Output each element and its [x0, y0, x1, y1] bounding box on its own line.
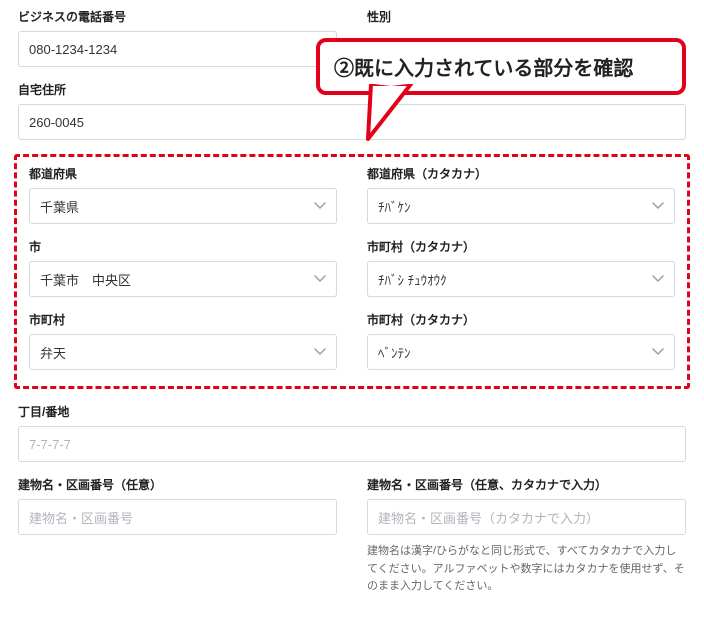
street-label: 丁目/番地 — [18, 403, 686, 420]
prefecture-select[interactable]: 千葉県 — [29, 188, 337, 224]
street-input[interactable]: 7-7-7-7 — [18, 426, 686, 462]
city-field: 市 千葉市 中央区 — [29, 238, 337, 297]
prefecture-label: 都道府県 — [29, 165, 337, 182]
street-field: 丁目/番地 7-7-7-7 — [18, 403, 686, 462]
town-value: 弁天 — [40, 343, 66, 362]
town-kana-value: ﾍﾞﾝﾃﾝ — [378, 343, 411, 362]
building-field: 建物名・区画番号（任意） 建物名・区画番号 — [18, 476, 337, 596]
town-kana-label: 市町村（カタカナ） — [367, 311, 675, 328]
prefecture-value: 千葉県 — [40, 197, 79, 216]
prefecture-kana-value: ﾁﾊﾞｹﾝ — [378, 197, 411, 216]
prefecture-field: 都道府県 千葉県 — [29, 165, 337, 224]
chevron-down-icon — [314, 275, 326, 283]
prefecture-kana-select[interactable]: ﾁﾊﾞｹﾝ — [367, 188, 675, 224]
town-field: 市町村 弁天 — [29, 311, 337, 370]
instruction-callout: ②既に入力されている部分を確認 — [316, 38, 686, 95]
prefilled-highlight-box: 都道府県 千葉県 都道府県（カタカナ） ﾁﾊﾞｹﾝ 市 千葉市 中央区 — [14, 154, 690, 389]
chevron-down-icon — [652, 275, 664, 283]
building-kana-label: 建物名・区画番号（任意、カタカナで入力） — [367, 476, 686, 493]
callout-tail — [366, 84, 416, 147]
building-kana-helper: 建物名は漢字/ひらがなと同じ形式で、すべてカタカナで入力してください。アルファベ… — [367, 543, 686, 596]
city-kana-select[interactable]: ﾁﾊﾞｼ ﾁｭｳｵｳｸ — [367, 261, 675, 297]
town-kana-select[interactable]: ﾍﾞﾝﾃﾝ — [367, 334, 675, 370]
city-kana-field: 市町村（カタカナ） ﾁﾊﾞｼ ﾁｭｳｵｳｸ — [367, 238, 675, 297]
building-input[interactable]: 建物名・区画番号 — [18, 499, 337, 535]
gender-label: 性別 — [367, 8, 686, 25]
town-label: 市町村 — [29, 311, 337, 328]
town-select[interactable]: 弁天 — [29, 334, 337, 370]
city-kana-label: 市町村（カタカナ） — [367, 238, 675, 255]
city-select[interactable]: 千葉市 中央区 — [29, 261, 337, 297]
home-address-input[interactable]: 260-0045 — [18, 104, 686, 140]
business-phone-field: ビジネスの電話番号 080-1234-1234 — [18, 8, 337, 67]
city-value: 千葉市 中央区 — [40, 270, 131, 289]
building-kana-field: 建物名・区画番号（任意、カタカナで入力） 建物名・区画番号（カタカナで入力） 建… — [367, 476, 686, 596]
prefecture-kana-label: 都道府県（カタカナ） — [367, 165, 675, 182]
prefecture-kana-field: 都道府県（カタカナ） ﾁﾊﾞｹﾝ — [367, 165, 675, 224]
business-phone-label: ビジネスの電話番号 — [18, 8, 337, 25]
chevron-down-icon — [314, 202, 326, 210]
chevron-down-icon — [652, 348, 664, 356]
chevron-down-icon — [652, 202, 664, 210]
chevron-down-icon — [314, 348, 326, 356]
business-phone-input[interactable]: 080-1234-1234 — [18, 31, 337, 67]
town-kana-field: 市町村（カタカナ） ﾍﾞﾝﾃﾝ — [367, 311, 675, 370]
city-kana-value: ﾁﾊﾞｼ ﾁｭｳｵｳｸ — [378, 270, 447, 289]
city-label: 市 — [29, 238, 337, 255]
building-kana-input[interactable]: 建物名・区画番号（カタカナで入力） — [367, 499, 686, 535]
building-label: 建物名・区画番号（任意） — [18, 476, 337, 493]
